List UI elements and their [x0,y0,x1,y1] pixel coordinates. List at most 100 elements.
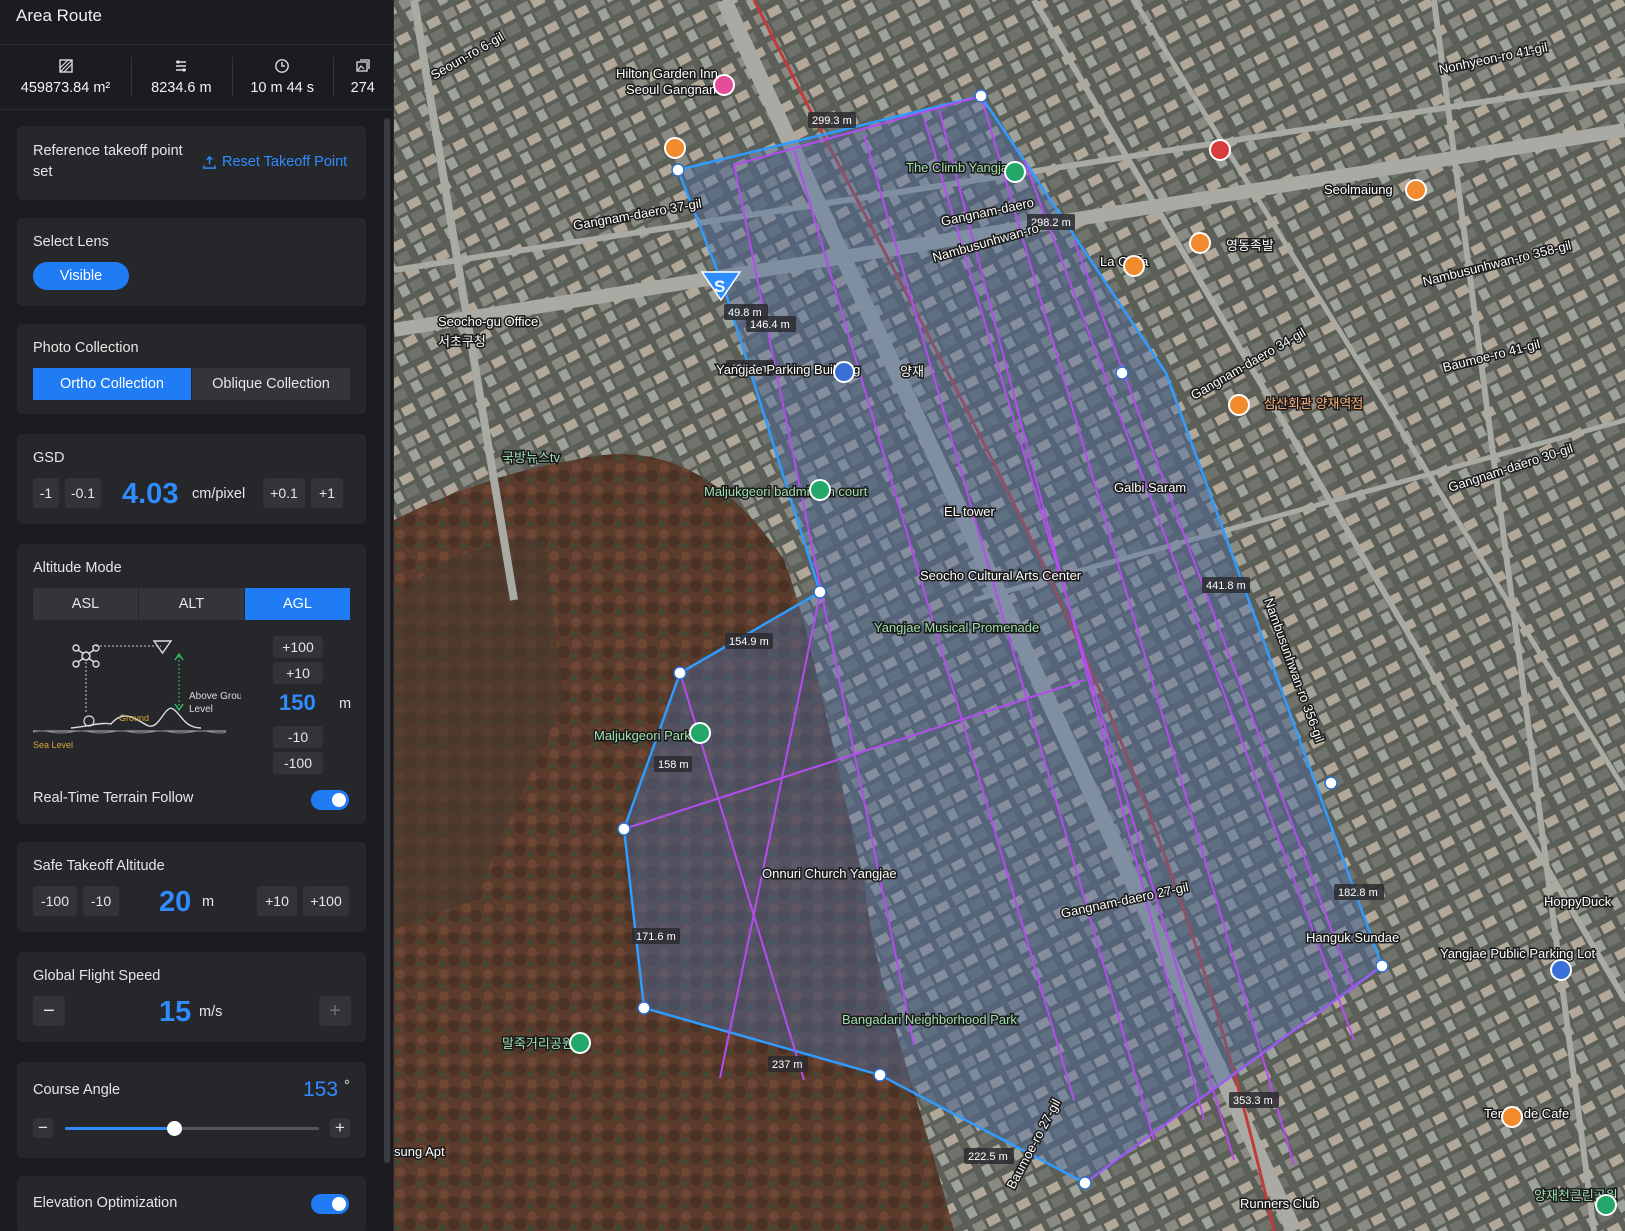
map-canvas[interactable]: S 299.3 m 298.2 m 49.8 m 146.4 m 429.1 m… [394,0,1625,1231]
parking-pin-icon [1550,959,1572,981]
distance-label: 182.8 m [1338,887,1378,899]
altitude-unit: m [339,696,352,712]
stat-time: 10 m 44 s [231,45,333,109]
map-label: 영동족발 [1226,238,1274,253]
settings-panel[interactable]: Reference takeoff point set Reset Takeof… [0,112,386,1231]
takeoff-icon [203,155,216,169]
ortho-collection-tab[interactable]: Ortho Collection [33,368,191,400]
sidebar-scrollbar[interactable] [384,118,390,1163]
map-label: Galbi Saram [1114,480,1186,495]
altitude-diagram: Ground Sea Level Above Ground Level [32,640,241,750]
restaurant-pin-icon [1405,179,1427,201]
altitude-mode-label: Altitude Mode [33,560,122,576]
map-label: Yangjae Public Parking Lot [1440,946,1596,961]
home-point-icon [83,715,95,727]
course-angle-slider-handle[interactable] [167,1121,183,1136]
restaurant-pin-icon [1123,255,1145,277]
distance-icon [176,60,187,72]
park-pin-icon [1004,161,1026,183]
hospital-pin-icon [1209,139,1231,161]
map-label: Seolmaiung [1324,182,1393,197]
gsd-minus-0-1-button[interactable]: -0.1 [65,478,101,508]
gsd-plus-0-1-button[interactable]: +0.1 [263,478,305,508]
altitude-minus-100-button[interactable]: -100 [273,752,323,774]
terrain-follow-toggle[interactable] [311,790,349,810]
map-label: Hanguk Sundae [1306,930,1399,945]
map-label: Bangadari Neighborhood Park [842,1012,1017,1027]
altitude-mode-asl[interactable]: ASL [33,588,138,620]
map-label: The Climb Yangjae [906,160,1015,175]
distance-label: 154.9 m [729,636,769,648]
gsd-plus-1-button[interactable]: +1 [311,478,343,508]
gsd-minus-1-button[interactable]: -1 [33,478,59,508]
lens-visible-chip[interactable]: Visible [33,262,129,290]
ground-label: Ground [119,713,149,723]
safe-takeoff-minus-100-button[interactable]: -100 [33,886,77,916]
safe-takeoff-unit: m [202,894,215,910]
stat-photos: 274 [332,45,393,109]
course-angle-unit: ° [344,1078,350,1094]
stat-time-value: 10 m 44 s [250,80,314,96]
agl-label-line2: Level [189,704,213,715]
speed-decrease-button[interactable]: − [33,996,65,1026]
safe-takeoff-label: Safe Takeoff Altitude [33,858,165,874]
map-label: HoppyDuck [1544,894,1612,909]
distance-label: 158 m [658,759,689,771]
waypoint-triangle-icon [152,640,173,655]
speed-unit: m/s [199,1004,223,1020]
restaurant-pin-icon [1228,394,1250,416]
map-label: Seocho-gu Office [438,314,538,329]
stat-area: 459873.84 m² [0,45,131,109]
safe-takeoff-value: 20 [159,886,192,918]
map-label: Yangjae Musical Promenade [874,620,1039,635]
oblique-collection-tab[interactable]: Oblique Collection [192,368,350,400]
altitude-plus-100-button[interactable]: +100 [273,636,323,658]
satellite-map[interactable]: S 299.3 m 298.2 m 49.8 m 146.4 m 429.1 m… [394,0,1625,1231]
sidebar: Area Route 459873.84 m² 8234.6 m 10 m 44… [0,0,394,1231]
course-increase-button[interactable]: + [330,1118,350,1138]
photo-count-icon [356,59,370,72]
map-label: Terres de Cafe [1484,1106,1569,1121]
safe-takeoff-minus-10-button[interactable]: -10 [83,886,119,916]
distance-label: 237 m [772,1059,803,1071]
photo-collection-label: Photo Collection [33,340,139,356]
park-pin-icon [689,722,711,744]
elevation-optimization-toggle[interactable] [311,1194,349,1214]
altitude-minus-10-button[interactable]: -10 [273,726,323,748]
clock-icon [275,59,290,73]
map-label: Maljukgeori badminton court [704,484,868,499]
stat-distance-value: 8234.6 m [151,80,212,96]
reset-takeoff-label: Reset Takeoff Point [222,154,348,170]
safe-takeoff-plus-100-button[interactable]: +100 [303,886,349,916]
stat-distance: 8234.6 m [131,45,232,109]
safe-takeoff-card: Safe Takeoff Altitude -100 -10 20 m +10 … [17,842,366,932]
gsd-value: 4.03 [122,478,179,510]
restaurant-pin-icon [664,137,686,159]
reset-takeoff-button[interactable]: Reset Takeoff Point [202,154,347,170]
map-label: Maljukgeori Park [594,728,691,743]
course-angle-card: Course Angle 153 ° − + [17,1062,366,1158]
speed-increase-button[interactable]: + [319,996,351,1026]
park-pin-icon [569,1032,591,1054]
altitude-mode-agl[interactable]: AGL [245,588,350,620]
sea-level-label: Sea Level [33,740,73,750]
altitude-mode-alt[interactable]: ALT [139,588,244,620]
map-label: 서초구청 [438,334,486,349]
course-decrease-button[interactable]: − [33,1118,53,1138]
agl-label-line1: Above Ground [189,691,241,702]
safe-takeoff-plus-10-button[interactable]: +10 [257,886,297,916]
cafe-pin-icon [1501,1106,1523,1128]
course-angle-label: Course Angle [33,1082,121,1098]
map-label: sung Apt [394,1144,445,1159]
photo-collection-card: Photo Collection Ortho Collection Obliqu… [17,324,366,414]
distance-label: 441.8 m [1206,580,1246,592]
altitude-plus-10-button[interactable]: +10 [273,662,323,684]
route-stats: 459873.84 m² 8234.6 m 10 m 44 s 274 [0,44,393,110]
stat-photos-value: 274 [350,80,375,96]
area-icon [58,59,73,73]
lens-card: Select Lens Visible [17,218,366,306]
course-angle-slider[interactable] [65,1121,319,1136]
map-label: 삼산회관 양재역점 [1264,396,1363,411]
takeoff-status: Reference takeoff point set [33,143,183,180]
svg-text:S: S [714,277,725,296]
